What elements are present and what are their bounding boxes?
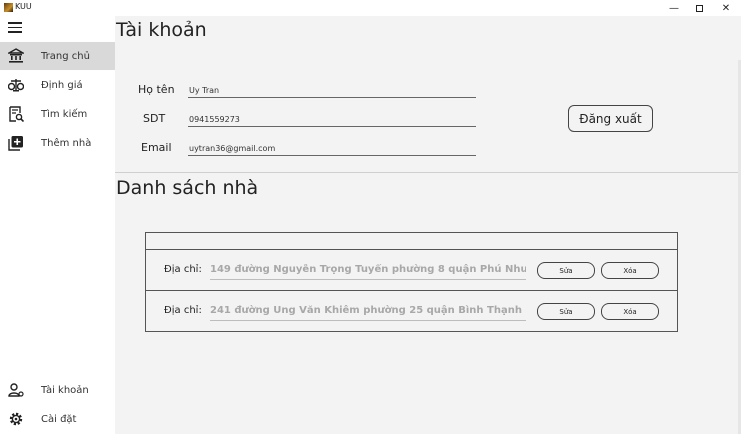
sidebar-item-home[interactable]: Trang chủ <box>0 42 115 70</box>
gear-icon <box>9 412 23 426</box>
house-row: Địa chỉ: 241 đường Ung Văn Khiêm phường … <box>146 291 677 332</box>
email-field[interactable]: uytran36@gmail.com <box>188 144 476 156</box>
sidebar-item-label: Tìm kiếm <box>41 108 88 120</box>
house-list: Địa chỉ: 149 đường Nguyễn Trọng Tuyển ph… <box>145 232 678 332</box>
sidebar-item-account[interactable]: Tài khoản <box>0 376 115 404</box>
address-value: 241 đường Ung Văn Khiêm phường 25 quận B… <box>210 305 526 321</box>
maximize-icon <box>695 4 703 12</box>
name-label: Họ tên <box>138 83 175 96</box>
maximize-button[interactable] <box>685 0 713 16</box>
close-button[interactable]: ✕ <box>712 0 740 16</box>
sidebar-item-add-house[interactable]: Thêm nhà <box>0 129 115 157</box>
phone-field[interactable]: 0941559273 <box>188 115 476 127</box>
sidebar-item-label: Định giá <box>41 79 83 91</box>
sidebar-item-search[interactable]: Tìm kiếm <box>0 100 115 128</box>
sidebar-item-valuation[interactable]: Định giá <box>0 71 115 99</box>
sidebar-item-label: Trang chủ <box>41 50 90 62</box>
address-value: 149 đường Nguyễn Trọng Tuyển phường 8 qu… <box>210 264 526 280</box>
house-list-title: Danh sách nhà <box>116 177 259 199</box>
name-field[interactable]: Uy Tran <box>188 86 476 98</box>
title-bar: KUU — ✕ <box>0 0 741 16</box>
bank-icon <box>8 48 24 63</box>
menu-toggle-icon[interactable] <box>8 22 22 34</box>
window-title: KUU <box>15 2 32 11</box>
house-list-header <box>146 233 677 250</box>
add-box-icon <box>8 136 23 151</box>
account-title: Tài khoản <box>116 19 207 41</box>
logout-button[interactable]: Đăng xuất <box>568 105 653 132</box>
section-divider <box>115 172 741 173</box>
delete-house-button[interactable]: Xóa <box>601 262 659 279</box>
account-icon <box>8 383 24 397</box>
phone-label: SDT <box>143 112 166 125</box>
edit-house-button[interactable]: Sửa <box>537 262 595 279</box>
close-icon: ✕ <box>721 2 731 14</box>
minimize-button[interactable]: — <box>660 0 688 16</box>
sidebar-item-settings[interactable]: Cài đặt <box>0 405 115 433</box>
search-document-icon <box>9 106 24 122</box>
house-row: Địa chỉ: 149 đường Nguyễn Trọng Tuyển ph… <box>146 250 677 291</box>
sidebar-item-label: Cài đặt <box>41 413 77 425</box>
address-label: Địa chỉ: <box>164 264 202 275</box>
scale-icon <box>8 79 24 92</box>
sidebar: Trang chủ Định giá Tìm kiếm Thêm nhà Tài… <box>0 16 115 434</box>
delete-house-button[interactable]: Xóa <box>601 303 659 320</box>
edit-house-button[interactable]: Sửa <box>537 303 595 320</box>
app-logo-icon <box>4 3 13 12</box>
sidebar-item-label: Tài khoản <box>41 384 89 396</box>
sidebar-item-label: Thêm nhà <box>41 137 92 149</box>
email-label: Email <box>141 141 172 154</box>
minimize-icon: — <box>669 2 679 14</box>
address-label: Địa chỉ: <box>164 305 202 316</box>
